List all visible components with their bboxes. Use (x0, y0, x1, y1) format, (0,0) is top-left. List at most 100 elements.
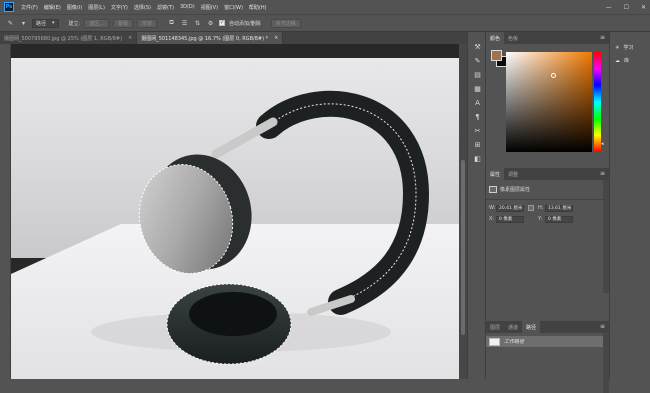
layer-type-label: 像素图层属性 (500, 186, 531, 193)
close-icon[interactable]: × (128, 35, 132, 41)
properties-panel: 像素图层属性 W: 20.41 厘米 H: 13.61 厘米 X: 0 像素 Y… (486, 180, 609, 293)
height-field[interactable]: 13.61 厘米 (545, 204, 573, 212)
auto-add-delete-checkbox[interactable]: ✓ (219, 20, 226, 26)
layers-panel-tabs: 图层 通道 路径 ≡ (486, 321, 609, 333)
gear-icon[interactable]: ⚙ (206, 19, 215, 28)
hue-slider[interactable] (594, 52, 601, 152)
tab-layers[interactable]: 图层 (486, 321, 504, 333)
build-label: 建立: (68, 20, 81, 27)
color-picker-cursor[interactable] (551, 73, 556, 78)
align-edges-button[interactable]: 对齐边缘 (270, 18, 301, 28)
brushes-icon[interactable]: ▤ (468, 68, 487, 82)
menu-view[interactable]: 视图(V) (198, 4, 221, 11)
path-thumbnail (489, 337, 500, 346)
window-controls: — ☐ ✕ (606, 0, 646, 14)
menu-select[interactable]: 选择(S) (131, 4, 154, 11)
chevron-down-icon: ▾ (52, 20, 55, 26)
tab-swatches[interactable]: 色板 (504, 32, 522, 44)
document-tab-active[interactable]: 摄图网_501148345.jpg @ 16.7% (图层 0, RGB/8#)… (137, 32, 284, 44)
document-tab[interactable]: 摄图网_500795680.jpg @ 25% (图层 1, RGB/8#) × (0, 32, 138, 44)
panel-gap (486, 293, 609, 321)
menu-file[interactable]: 文件(F) (18, 4, 41, 11)
paragraph-icon[interactable]: ¶ (468, 110, 487, 124)
panel-stack: 颜色 色板 ≡ ◂ 属性 调整 ≡ 像素图层属性 W: 20.41 厘米 H: … (486, 32, 609, 393)
path-operations-icon[interactable]: ⧉ (167, 19, 176, 28)
menu-layer[interactable]: 图层(L) (85, 4, 108, 11)
close-button[interactable]: ✕ (641, 4, 646, 11)
menu-image[interactable]: 图像(I) (64, 4, 85, 11)
libraries-label: 库 (624, 58, 630, 64)
panel-menu-icon[interactable]: ≡ (600, 34, 605, 41)
pixel-layer-icon (489, 185, 497, 193)
path-arrangement-icon[interactable]: ⇅ (193, 19, 202, 28)
color-panel: ◂ (486, 44, 609, 168)
color-field[interactable] (506, 52, 592, 152)
maximize-button[interactable]: ☐ (624, 4, 629, 11)
panel-menu-icon[interactable]: ≡ (600, 170, 605, 177)
size-row: W: 20.41 厘米 H: 13.61 厘米 (489, 204, 573, 212)
tools-panel (0, 44, 11, 379)
hue-slider-handle-icon[interactable]: ◂ (601, 141, 604, 147)
brush-settings-icon[interactable]: ✎ (468, 54, 487, 68)
shape-button[interactable]: 形状 (137, 18, 158, 28)
menu-help[interactable]: 帮助(H) (246, 4, 270, 11)
mode-select[interactable]: 路径 ▾ (32, 18, 59, 28)
menu-window[interactable]: 窗口(W) (221, 4, 246, 11)
link-icon[interactable] (528, 205, 534, 211)
close-icon[interactable]: × (274, 35, 278, 41)
y-field[interactable]: 0 像素 (545, 215, 573, 223)
cloud-icon: ☁ (615, 57, 620, 64)
foreground-color-swatch[interactable] (491, 50, 502, 61)
path-list-item[interactable]: 工作路径 (486, 336, 603, 347)
menu-bar: Ps 文件(F) 编辑(E) 图像(I) 图层(L) 文字(Y) 选择(S) 滤… (0, 0, 650, 14)
mode-select-value: 路径 (36, 20, 47, 27)
glyphs-icon[interactable]: ⊞ (468, 138, 487, 152)
collapsed-panel-dock: ⚒ ✎ ▤ ▦ A ¶ ✂ ⊞ ◧ (467, 32, 486, 379)
tab-adjustments[interactable]: 调整 (504, 168, 522, 180)
canvas[interactable] (11, 44, 459, 379)
x-field[interactable]: 0 像素 (496, 215, 524, 223)
headphones-photo (11, 44, 459, 379)
tab-properties[interactable]: 属性 (486, 168, 505, 180)
position-row: X: 0 像素 Y: 0 像素 (489, 215, 573, 223)
tab-color[interactable]: 颜色 (486, 32, 505, 44)
side-panel: ☀ 学习 ☁ 库 (609, 32, 650, 379)
document-tabs: 摄图网_500795680.jpg @ 25% (图层 1, RGB/8#) ×… (0, 32, 470, 44)
tab-channels[interactable]: 通道 (504, 321, 522, 333)
menu-3d[interactable]: 3D(D) (177, 4, 198, 10)
tab-paths[interactable]: 路径 (522, 321, 541, 333)
properties-panel-tabs: 属性 调整 ≡ (486, 168, 609, 180)
width-field[interactable]: 20.41 厘米 (496, 204, 524, 212)
path-name: 工作路径 (504, 339, 525, 345)
character-icon[interactable]: A (468, 96, 487, 110)
libraries-icon[interactable]: ◧ (468, 152, 487, 166)
scrollbar-thumb[interactable] (461, 160, 465, 335)
chevron-down-icon[interactable]: ▾ (19, 19, 28, 28)
h-label: H: (538, 205, 544, 211)
y-label: Y: (538, 216, 543, 222)
divider (486, 199, 609, 200)
auto-add-delete-label: 自动添加/删除 (229, 20, 261, 27)
paths-panel: 工作路径 (486, 333, 609, 393)
swatches-icon[interactable]: ▦ (468, 82, 487, 96)
selection-button[interactable]: 选区... (84, 18, 109, 28)
pen-tool-icon[interactable]: ✎ (6, 19, 15, 28)
menu-type[interactable]: 文字(Y) (108, 4, 131, 11)
clone-source-icon[interactable]: ✂ (468, 124, 487, 138)
tab-label: 摄图网_501148345.jpg @ 16.7% (图层 0, RGB/8#)… (141, 35, 269, 42)
options-bar: ✎ ▾ 路径 ▾ 建立: 选区... 蒙版 形状 ⧉ ☰ ⇅ ⚙ ✓ 自动添加/删… (0, 14, 650, 32)
color-panel-tabs: 颜色 色板 ≡ (486, 32, 609, 44)
learn-item[interactable]: ☀ 学习 (610, 41, 650, 54)
history-icon[interactable]: ⚒ (468, 40, 487, 54)
libraries-item[interactable]: ☁ 库 (610, 54, 650, 67)
photoshop-logo: Ps (4, 2, 14, 12)
minimize-button[interactable]: — (606, 4, 612, 11)
lightbulb-icon: ☀ (615, 44, 620, 51)
menu-edit[interactable]: 编辑(E) (41, 4, 64, 11)
path-alignment-icon[interactable]: ☰ (180, 19, 189, 28)
w-label: W: (489, 205, 496, 211)
panel-menu-icon[interactable]: ≡ (600, 323, 605, 330)
canvas-scrollbar[interactable] (459, 44, 467, 379)
mask-button[interactable]: 蒙版 (113, 18, 134, 28)
menu-filter[interactable]: 滤镜(T) (154, 4, 177, 11)
